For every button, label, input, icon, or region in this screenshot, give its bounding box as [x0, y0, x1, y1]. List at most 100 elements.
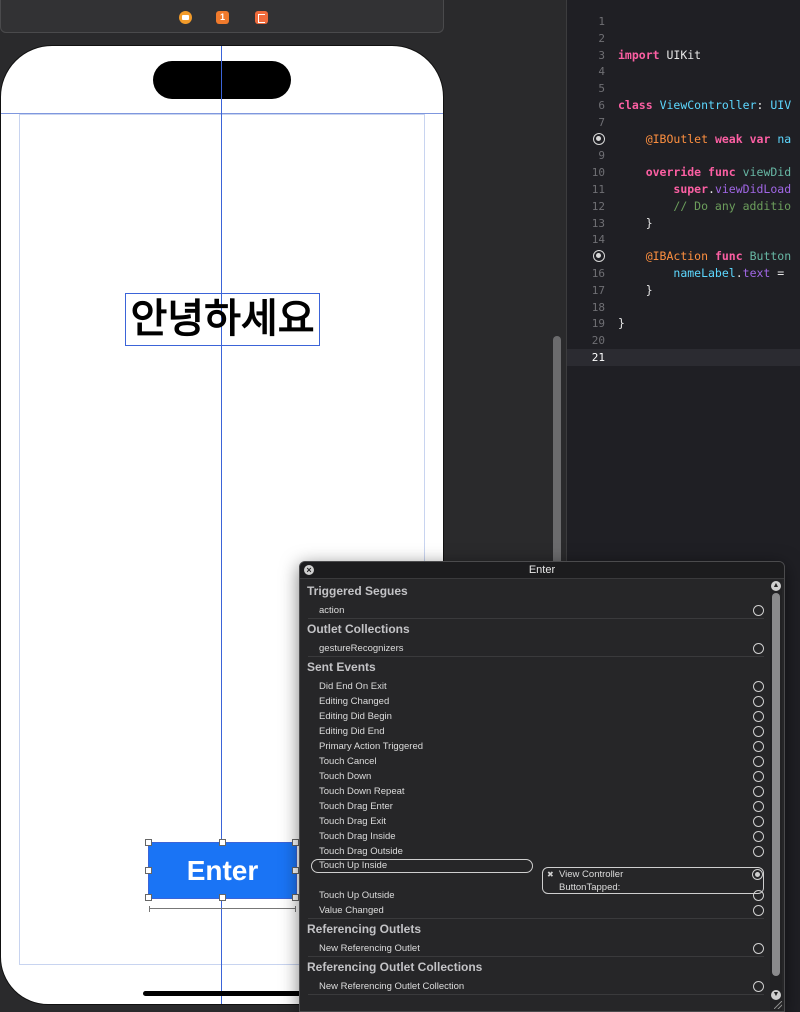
connect-circle-icon[interactable] — [753, 786, 764, 797]
code-line[interactable]: 7 — [567, 114, 800, 131]
view-controller-icon[interactable] — [179, 11, 192, 24]
connect-circle-icon[interactable] — [753, 726, 764, 737]
connect-circle-icon[interactable] — [753, 943, 764, 954]
event-row[interactable]: Editing Did End — [308, 724, 764, 739]
code-text: } — [618, 282, 653, 297]
code-line[interactable]: 13 } — [567, 215, 800, 232]
connect-circle-icon[interactable] — [753, 801, 764, 812]
exit-icon[interactable] — [255, 11, 268, 24]
event-row[interactable]: Value Changed — [308, 903, 764, 918]
event-row[interactable]: Touch Down — [308, 769, 764, 784]
code-line[interactable]: 17 } — [567, 282, 800, 299]
code-line[interactable]: 12 // Do any additio — [567, 198, 800, 215]
connect-circle-icon[interactable] — [753, 711, 764, 722]
code-line[interactable]: 18 — [567, 299, 800, 316]
code-line[interactable]: 1 — [567, 13, 800, 30]
event-row[interactable]: Touch Cancel — [308, 754, 764, 769]
event-label: Touch Drag Exit — [319, 816, 387, 827]
connect-circle-icon[interactable] — [753, 816, 764, 827]
connect-circle-icon[interactable] — [753, 905, 764, 916]
close-icon[interactable]: × — [304, 565, 314, 575]
event-row[interactable]: Touch Drag Outside — [308, 844, 764, 859]
connections-inspector-popover[interactable]: Enter × Triggered Segues action Outlet Col… — [299, 561, 785, 1012]
event-row[interactable]: action — [308, 603, 764, 618]
code-line[interactable]: 5 — [567, 80, 800, 97]
connection-filled-circle-icon[interactable] — [752, 869, 763, 880]
code-text: super.viewDidLoad — [673, 182, 792, 196]
resize-handle-left[interactable] — [145, 867, 152, 874]
code-line[interactable]: 3 import UIKit — [567, 47, 800, 64]
connection-indicator-icon[interactable] — [593, 250, 605, 263]
connect-circle-icon[interactable] — [753, 681, 764, 692]
resize-handle-bottom-left[interactable] — [145, 894, 152, 901]
event-row[interactable]: Editing Changed — [308, 694, 764, 709]
connect-circle-icon[interactable] — [753, 643, 764, 654]
event-row[interactable]: Touch Drag Inside — [308, 829, 764, 844]
event-row[interactable]: Touch Drag Enter — [308, 799, 764, 814]
code-line[interactable]: @IBOutlet weak var na — [567, 131, 800, 148]
first-responder-icon[interactable] — [216, 11, 229, 24]
line-number: 9 — [598, 149, 605, 163]
resize-handle-bottom[interactable] — [219, 894, 226, 901]
code-line[interactable]: 9 — [567, 147, 800, 164]
home-indicator — [143, 991, 303, 996]
line-number: 13 — [591, 216, 605, 230]
resize-handle-top[interactable] — [219, 839, 226, 846]
line-number: 16 — [591, 267, 605, 280]
code-line[interactable]: 4 — [567, 63, 800, 80]
scroll-down-icon[interactable]: ▼ — [771, 990, 781, 1000]
inspector-scrollbar[interactable]: ▲ ▼ — [770, 580, 782, 1011]
width-dimension-guide — [149, 906, 296, 912]
scroll-up-icon[interactable]: ▲ — [771, 581, 781, 591]
code-text: nameLabel.text = — [673, 266, 785, 280]
event-label: Editing Changed — [319, 696, 390, 707]
connection-action: ButtonTapped: — [559, 882, 621, 893]
connection-target: View Controller — [559, 869, 624, 880]
connection-indicator-icon[interactable] — [593, 132, 605, 145]
code-line[interactable]: 10 override func viewDid — [567, 164, 800, 181]
code-line[interactable]: @IBAction func Button — [567, 248, 800, 265]
code-line[interactable]: 21 — [567, 349, 800, 366]
event-row[interactable]: New Referencing Outlet Collection — [308, 979, 764, 994]
connect-circle-icon[interactable] — [753, 981, 764, 992]
line-number: 21 — [591, 351, 605, 364]
event-row[interactable]: Primary Action Triggered — [308, 739, 764, 754]
code-line[interactable]: 2 — [567, 30, 800, 47]
event-row[interactable]: gestureRecognizers — [308, 641, 764, 656]
connect-circle-icon[interactable] — [753, 771, 764, 782]
enter-button[interactable]: Enter — [148, 842, 297, 899]
connect-circle-icon[interactable] — [753, 756, 764, 767]
line-number: 11 — [591, 183, 605, 196]
code-line[interactable]: 14 — [567, 231, 800, 248]
event-row[interactable]: Editing Did Begin — [308, 709, 764, 724]
section-title: Referencing Outlets — [307, 922, 422, 936]
line-number: 6 — [598, 99, 605, 112]
section-title: Outlet Collections — [307, 622, 410, 636]
connect-circle-icon[interactable] — [753, 696, 764, 707]
code-line[interactable]: 16 nameLabel.text = — [567, 265, 800, 282]
code-line[interactable]: 19} — [567, 315, 800, 332]
connect-circle-icon[interactable] — [753, 831, 764, 842]
resize-handle-top-left[interactable] — [145, 839, 152, 846]
connect-circle-icon[interactable] — [753, 605, 764, 616]
inspector-scroll-thumb[interactable] — [772, 593, 780, 976]
resize-grip-icon[interactable] — [774, 1001, 782, 1009]
resize-handle-top-right[interactable] — [292, 839, 299, 846]
code-line[interactable]: 11 super.viewDidLoad — [567, 181, 800, 198]
connect-circle-icon[interactable] — [753, 741, 764, 752]
line-number: 3 — [598, 48, 605, 62]
event-row[interactable]: New Referencing Outlet — [308, 941, 764, 956]
name-label[interactable]: 안녕하세요 — [125, 293, 320, 346]
connect-circle-icon[interactable] — [753, 846, 764, 857]
resize-handle-right[interactable] — [292, 867, 299, 874]
event-row[interactable]: Touch Down Repeat — [308, 784, 764, 799]
resize-handle-bottom-right[interactable] — [292, 894, 299, 901]
code-text: class ViewController: UIV — [618, 98, 792, 112]
section-divider — [308, 618, 764, 619]
remove-connection-icon[interactable]: ✖ — [547, 870, 554, 879]
code-text: @IBOutlet weak var na — [645, 131, 792, 146]
event-row[interactable]: Did End On Exit — [308, 679, 764, 694]
code-line[interactable]: 20 — [567, 332, 800, 349]
event-row[interactable]: Touch Drag Exit — [308, 814, 764, 829]
code-line[interactable]: 6 class ViewController: UIV — [567, 97, 800, 114]
